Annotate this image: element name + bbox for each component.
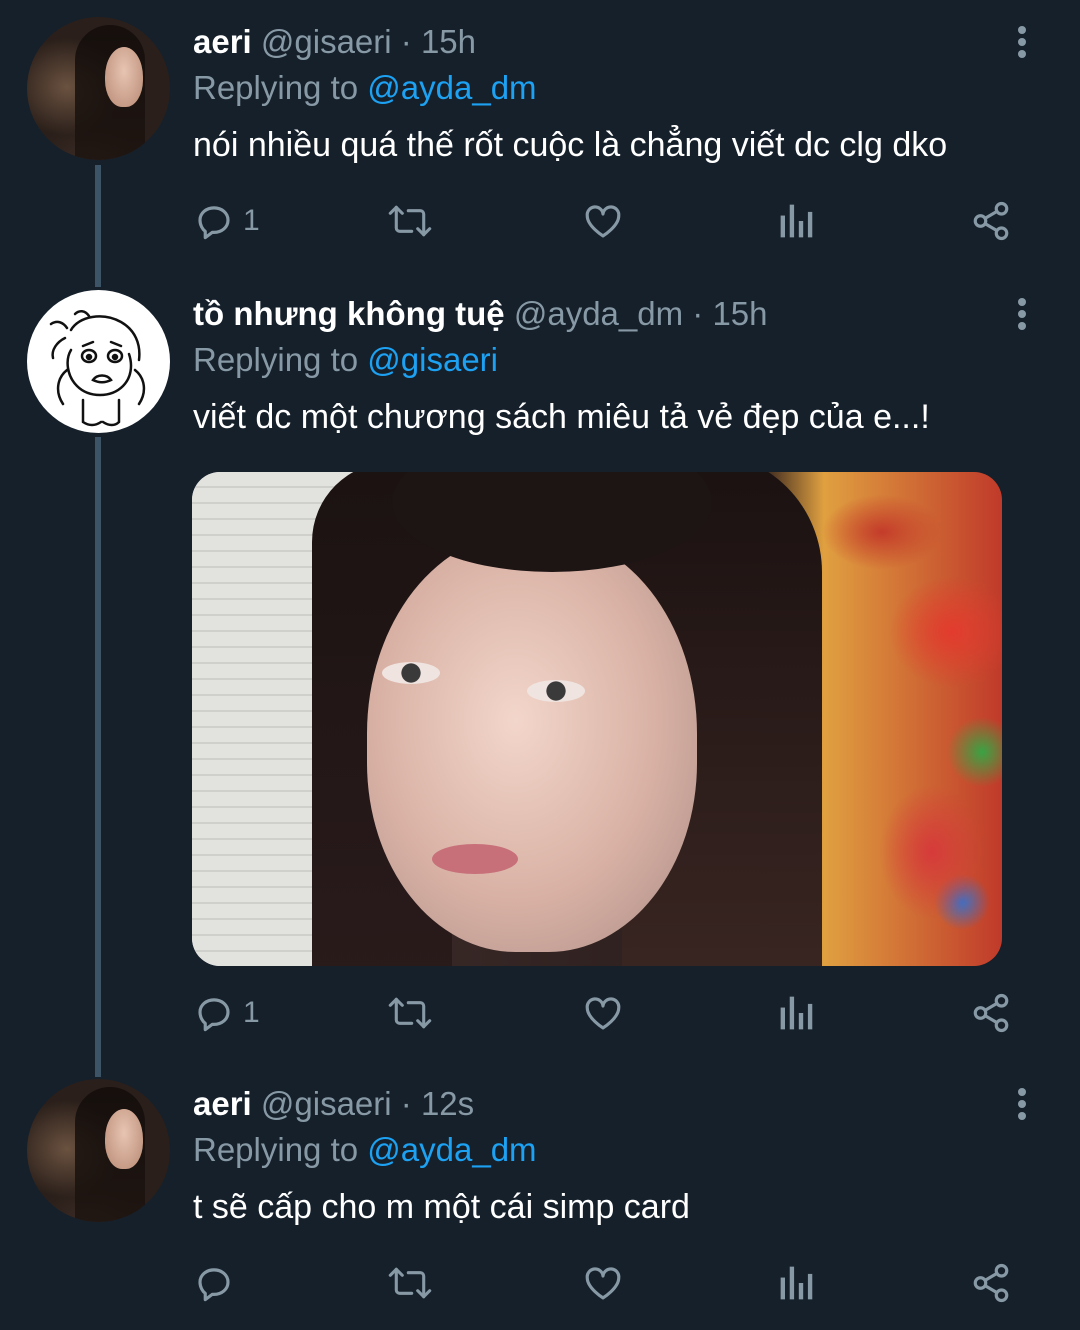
- retweet-icon: [388, 997, 432, 1029]
- like-button[interactable]: [581, 988, 625, 1038]
- reply-icon: [198, 998, 230, 1032]
- analytics-button[interactable]: [778, 988, 816, 1038]
- share-button[interactable]: [970, 1258, 1012, 1308]
- display-name[interactable]: aeri: [193, 1085, 252, 1122]
- analytics-button[interactable]: [778, 196, 816, 246]
- separator-dot: ·: [692, 295, 704, 332]
- replying-to: Replying to @gisaeri: [193, 340, 498, 380]
- reply-count: 1: [243, 204, 260, 237]
- replying-to-label: Replying to: [193, 341, 359, 378]
- media-eye: [382, 662, 440, 684]
- analytics-icon: [780, 204, 813, 238]
- analytics-icon: [780, 1266, 813, 1300]
- tweet-text: viết dc một chương sách miêu tả vẻ đẹp c…: [193, 398, 930, 436]
- action-bar: [0, 1258, 1080, 1308]
- avatar[interactable]: [27, 17, 170, 160]
- replying-to: Replying to @ayda_dm: [193, 68, 537, 108]
- media-lips: [432, 844, 518, 874]
- analytics-icon: [780, 996, 813, 1030]
- timestamp[interactable]: 15h: [712, 295, 767, 332]
- tweet-header: aeri @gisaeri · 12s: [193, 1084, 474, 1124]
- like-button[interactable]: [581, 1258, 625, 1308]
- share-button[interactable]: [970, 988, 1012, 1038]
- reply-button[interactable]: 1: [193, 196, 260, 246]
- reply-button[interactable]: 1: [193, 988, 260, 1038]
- share-icon: [973, 993, 1009, 1033]
- retweet-button[interactable]: [386, 988, 434, 1038]
- retweet-button[interactable]: [386, 196, 434, 246]
- display-name[interactable]: aeri: [193, 23, 252, 60]
- replying-to: Replying to @ayda_dm: [193, 1130, 537, 1170]
- replying-to-label: Replying to: [193, 69, 359, 106]
- timestamp[interactable]: 15h: [421, 23, 476, 60]
- meme-face-drawing: [49, 310, 146, 427]
- mention-link[interactable]: @ayda_dm: [367, 1131, 536, 1168]
- username[interactable]: @ayda_dm: [514, 295, 683, 332]
- retweet-icon: [388, 205, 432, 237]
- avatar[interactable]: [27, 290, 170, 433]
- tweet-text: t sẽ cấp cho m một cái simp card: [193, 1188, 690, 1226]
- like-button[interactable]: [581, 196, 625, 246]
- separator-dot: ·: [400, 23, 412, 60]
- analytics-button[interactable]: [778, 1258, 816, 1308]
- tweet[interactable]: tồ nhưng không tuệ @ayda_dm · 15h Replyi…: [0, 272, 1080, 1052]
- share-button[interactable]: [970, 196, 1012, 246]
- heart-icon: [585, 1267, 621, 1300]
- retweet-icon: [388, 1267, 432, 1299]
- action-bar: 1: [0, 196, 1080, 246]
- username[interactable]: @gisaeri: [261, 23, 392, 60]
- tweet-header: tồ nhưng không tuệ @ayda_dm · 15h: [193, 294, 768, 334]
- media-eye: [527, 680, 585, 702]
- tweet-header: aeri @gisaeri · 15h: [193, 22, 476, 62]
- tweet[interactable]: aeri @gisaeri · 15h Replying to @ayda_dm…: [0, 0, 1080, 260]
- tweet-text: nói nhiều quá thế rốt cuộc là chẳng viết…: [193, 126, 948, 164]
- action-bar: 1: [0, 988, 1080, 1038]
- reply-icon: [198, 206, 230, 240]
- more-vertical-icon[interactable]: [1010, 26, 1034, 62]
- heart-icon: [585, 997, 621, 1030]
- share-icon: [973, 1263, 1009, 1303]
- username[interactable]: @gisaeri: [261, 1085, 392, 1122]
- reply-count: 1: [243, 996, 260, 1029]
- separator-dot: ·: [400, 1085, 412, 1122]
- tweet[interactable]: aeri @gisaeri · 12s Replying to @ayda_dm…: [0, 1062, 1080, 1330]
- replying-to-label: Replying to: [193, 1131, 359, 1168]
- more-vertical-icon[interactable]: [1010, 298, 1034, 334]
- tweet-media-image[interactable]: [192, 472, 1002, 966]
- display-name[interactable]: tồ nhưng không tuệ: [193, 295, 505, 332]
- timestamp[interactable]: 12s: [421, 1085, 474, 1122]
- heart-icon: [585, 205, 621, 238]
- reply-icon: [198, 1268, 230, 1302]
- media-face: [367, 532, 697, 952]
- retweet-button[interactable]: [386, 1258, 434, 1308]
- more-vertical-icon[interactable]: [1010, 1088, 1034, 1124]
- avatar[interactable]: [27, 1079, 170, 1222]
- mention-link[interactable]: @ayda_dm: [367, 69, 536, 106]
- share-icon: [973, 201, 1009, 241]
- reply-button[interactable]: [193, 1258, 235, 1308]
- mention-link[interactable]: @gisaeri: [367, 341, 498, 378]
